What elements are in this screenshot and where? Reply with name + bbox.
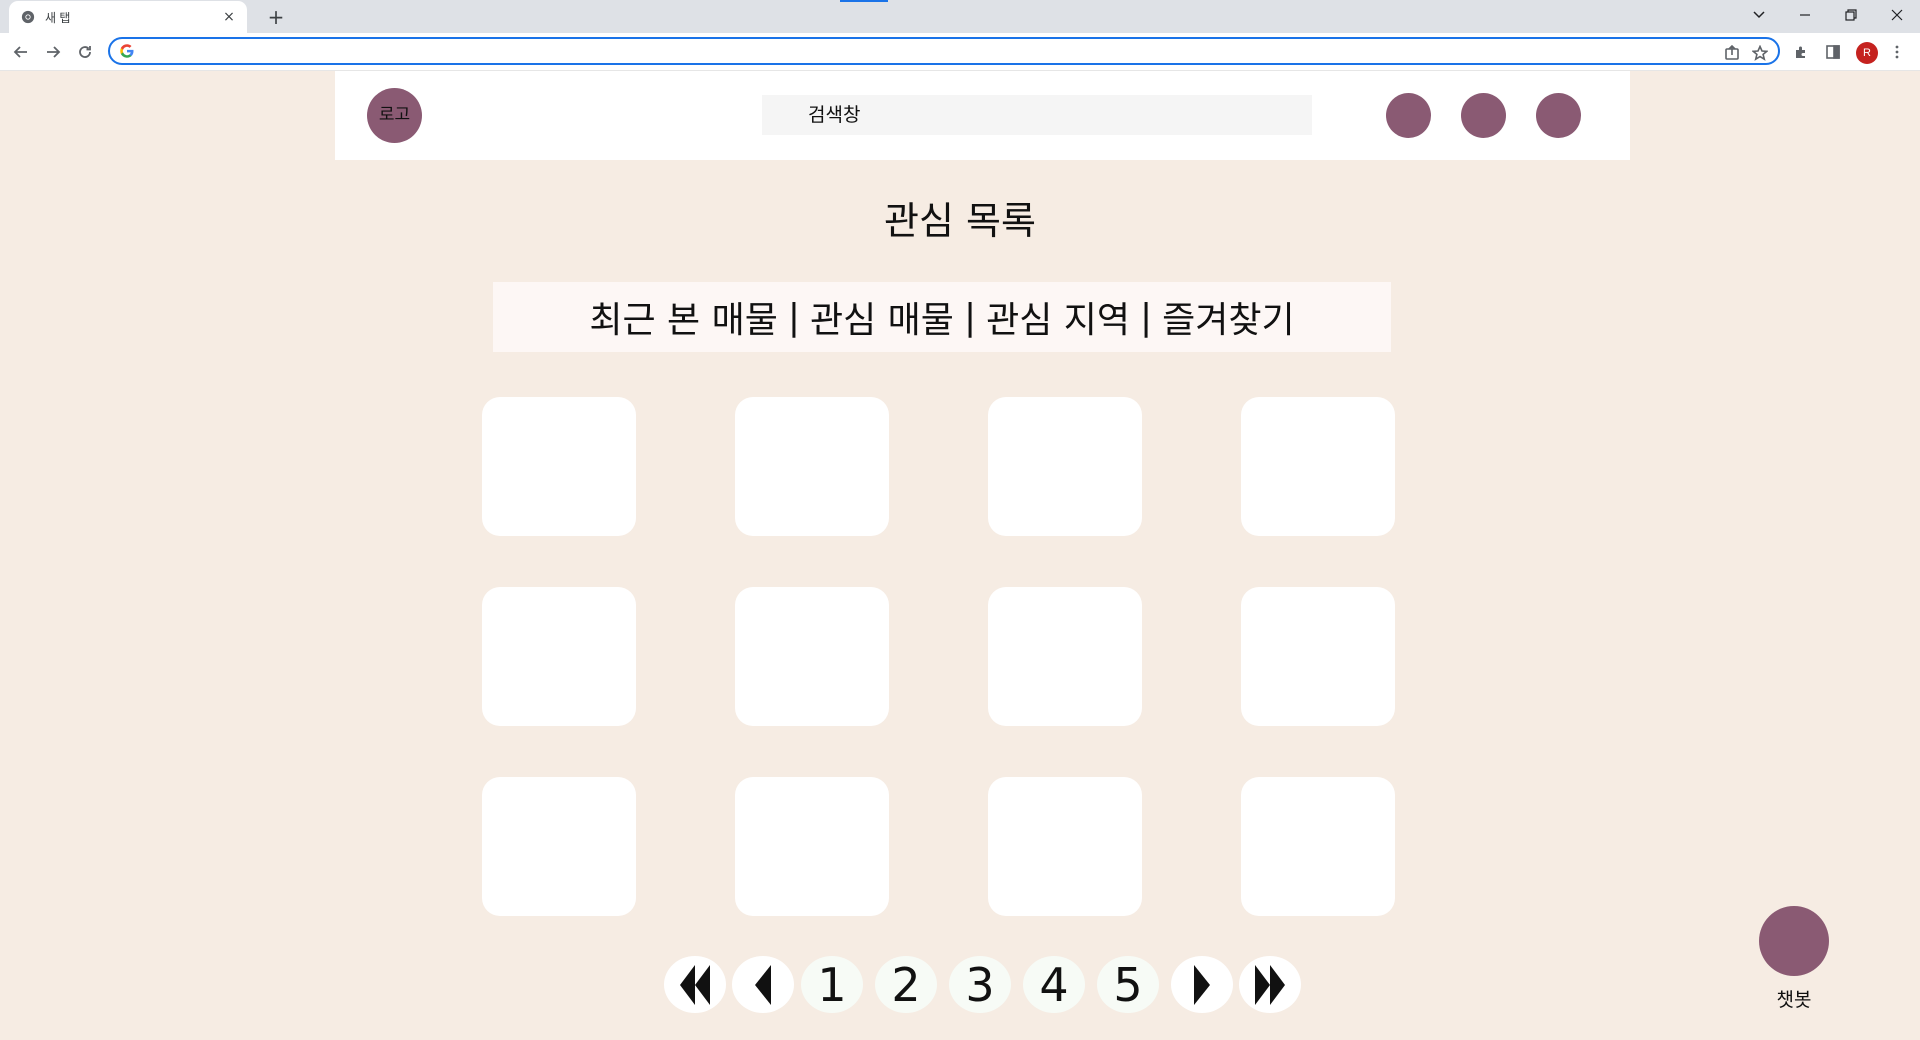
prev-page-icon[interactable] bbox=[732, 956, 794, 1013]
header-menu-circle-3[interactable] bbox=[1536, 93, 1581, 138]
listing-card[interactable] bbox=[988, 777, 1142, 916]
address-input[interactable] bbox=[138, 41, 1702, 63]
listing-card[interactable] bbox=[988, 397, 1142, 536]
first-page-icon[interactable] bbox=[664, 956, 726, 1013]
header-menu-circle-2[interactable] bbox=[1461, 93, 1506, 138]
profile-avatar[interactable]: R bbox=[1856, 42, 1878, 64]
close-window-icon[interactable] bbox=[1874, 0, 1920, 30]
listing-card[interactable] bbox=[1241, 397, 1395, 536]
listing-card[interactable] bbox=[482, 397, 636, 536]
minimize-icon[interactable] bbox=[1782, 0, 1828, 30]
listing-card[interactable] bbox=[735, 397, 889, 536]
bookmark-star-icon[interactable] bbox=[1750, 43, 1770, 63]
page-4-button[interactable]: 4 bbox=[1023, 956, 1085, 1013]
tab-separator: | bbox=[1140, 296, 1153, 338]
back-arrow-icon[interactable] bbox=[10, 41, 32, 63]
page-3-button[interactable]: 3 bbox=[949, 956, 1011, 1013]
logo[interactable]: 로고 bbox=[367, 88, 422, 143]
browser-toolbar bbox=[0, 33, 1920, 71]
interest-tabs: 최근 본 매물 | 관심 매물 | 관심 지역 | 즐겨찾기 bbox=[493, 282, 1391, 352]
listing-card[interactable] bbox=[1241, 587, 1395, 726]
more-menu-icon[interactable] bbox=[1886, 41, 1908, 63]
tab-separator: | bbox=[787, 296, 800, 338]
tab-separator: | bbox=[963, 296, 977, 338]
browser-tab[interactable]: 새 탭 × bbox=[9, 1, 247, 33]
chatbot-button[interactable] bbox=[1759, 906, 1829, 976]
tab-interest-listings[interactable]: 관심 매물 bbox=[810, 291, 954, 343]
side-panel-icon[interactable] bbox=[1822, 41, 1844, 63]
forward-arrow-icon[interactable] bbox=[42, 41, 64, 63]
listing-card[interactable] bbox=[735, 777, 889, 916]
tab-strip: 새 탭 × + bbox=[0, 0, 1920, 33]
reload-icon[interactable] bbox=[74, 41, 96, 63]
chatbot-label: 챗봇 bbox=[1776, 989, 1812, 1011]
next-page-icon[interactable] bbox=[1171, 956, 1233, 1013]
listing-card[interactable] bbox=[988, 587, 1142, 726]
page-1-button[interactable]: 1 bbox=[801, 956, 863, 1013]
share-icon[interactable] bbox=[1722, 43, 1742, 63]
tab-search-icon[interactable] bbox=[1736, 0, 1782, 30]
new-tab-button[interactable]: + bbox=[262, 4, 290, 30]
tab-close-icon[interactable]: × bbox=[221, 9, 237, 25]
page-5-button[interactable]: 5 bbox=[1097, 956, 1159, 1013]
restore-icon[interactable] bbox=[1828, 0, 1874, 30]
site-header: 로고 검색창 bbox=[335, 71, 1630, 160]
last-page-icon[interactable] bbox=[1239, 956, 1301, 1013]
listing-card[interactable] bbox=[1241, 777, 1395, 916]
listing-card[interactable] bbox=[482, 587, 636, 726]
address-bar[interactable] bbox=[108, 37, 1780, 65]
google-icon bbox=[120, 44, 134, 58]
search-input[interactable]: 검색창 bbox=[762, 95, 1312, 135]
extensions-icon[interactable] bbox=[1790, 41, 1812, 63]
tab-title: 새 탭 bbox=[45, 10, 71, 25]
tab-interest-regions[interactable]: 관심 지역 bbox=[986, 291, 1130, 343]
listing-card[interactable] bbox=[482, 777, 636, 916]
tab-favorites[interactable]: 즐겨찾기 bbox=[1162, 291, 1294, 343]
tab-strip-indicator bbox=[840, 0, 888, 2]
tab-recent-listings[interactable]: 최근 본 매물 bbox=[589, 291, 778, 343]
header-menu-circle-1[interactable] bbox=[1386, 93, 1431, 138]
page-title: 관심 목록 bbox=[884, 199, 1036, 243]
listing-card[interactable] bbox=[735, 587, 889, 726]
chrome-icon bbox=[21, 10, 35, 24]
page-2-button[interactable]: 2 bbox=[875, 956, 937, 1013]
